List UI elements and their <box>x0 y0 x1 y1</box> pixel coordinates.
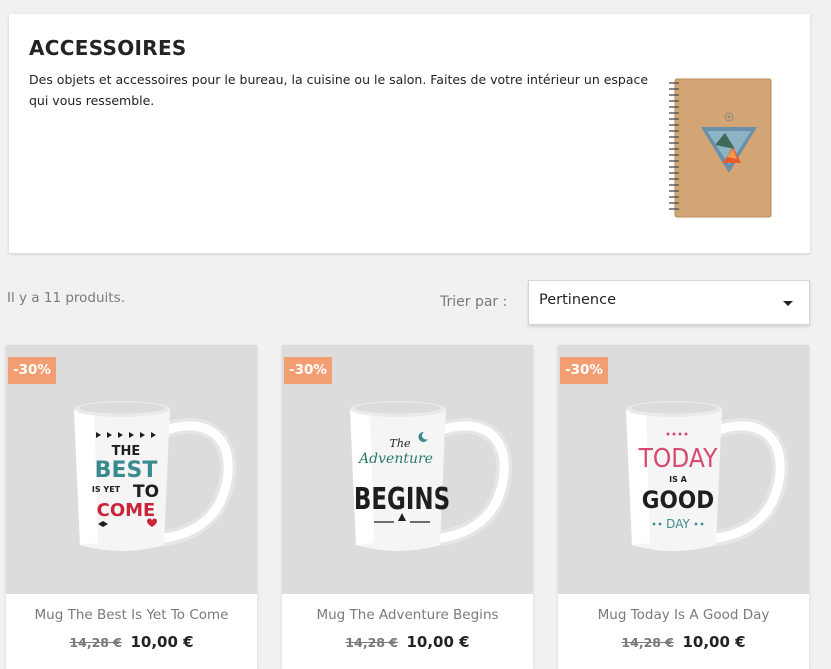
product-name[interactable]: Mug The Best Is Yet To Come <box>6 607 257 623</box>
sale-price: 10,00 € <box>682 633 746 651</box>
product-name[interactable]: Mug Today Is A Good Day <box>558 607 809 623</box>
product-card[interactable]: THE BEST IS YET TO COME -30% Mug The Bes… <box>6 345 257 669</box>
mug-print-line4: DAY <box>666 517 690 531</box>
mug-print-line1: TODAY <box>638 443 719 473</box>
mug-print-line2: IS A <box>669 475 688 484</box>
sale-price: 10,00 € <box>130 633 194 651</box>
sale-price: 10,00 € <box>406 633 470 651</box>
regular-price: 14,28 € <box>345 635 399 650</box>
regular-price: 14,28 € <box>69 635 123 650</box>
caret-down-icon <box>783 301 793 306</box>
product-prices: 14,28 € 10,00 € <box>558 633 809 651</box>
sort-selected-value: Pertinence <box>539 292 617 308</box>
mug-print-line2: BEST <box>95 458 158 483</box>
regular-price: 14,28 € <box>621 635 675 650</box>
mug-print-line1: The <box>390 437 411 450</box>
mug-print-line3: BEGINS <box>354 481 450 517</box>
sort-dropdown[interactable]: Pertinence <box>528 280 810 325</box>
mug-print-line3b: TO <box>133 482 159 502</box>
product-card[interactable]: TODAY IS A GOOD DAY -30% Mug Today Is A … <box>558 345 809 669</box>
product-prices: 14,28 € 10,00 € <box>282 633 533 651</box>
category-image-notebook <box>669 78 772 218</box>
discount-badge: -30% <box>560 357 608 384</box>
discount-badge: -30% <box>284 357 332 384</box>
mug-print-line3: GOOD <box>642 487 714 514</box>
discount-badge: -30% <box>8 357 56 384</box>
mug-print-line1: THE <box>112 444 141 459</box>
category-title: ACCESSOIRES <box>29 36 187 60</box>
mug-print-line4: COME <box>97 500 156 521</box>
product-card[interactable]: The Adventure BEGINS -30% Mug The Advent… <box>282 345 533 669</box>
product-name[interactable]: Mug The Adventure Begins <box>282 607 533 623</box>
sort-label: Trier par : <box>440 294 508 310</box>
product-prices: 14,28 € 10,00 € <box>6 633 257 651</box>
mug-print-line2: Adventure <box>357 451 433 467</box>
category-header: ACCESSOIRES Des objets et accessoires po… <box>9 14 810 253</box>
mug-print-line3a: IS YET <box>92 485 121 494</box>
product-count: Il y a 11 produits. <box>7 290 125 306</box>
category-description: Des objets et accessoires pour le bureau… <box>29 72 649 108</box>
